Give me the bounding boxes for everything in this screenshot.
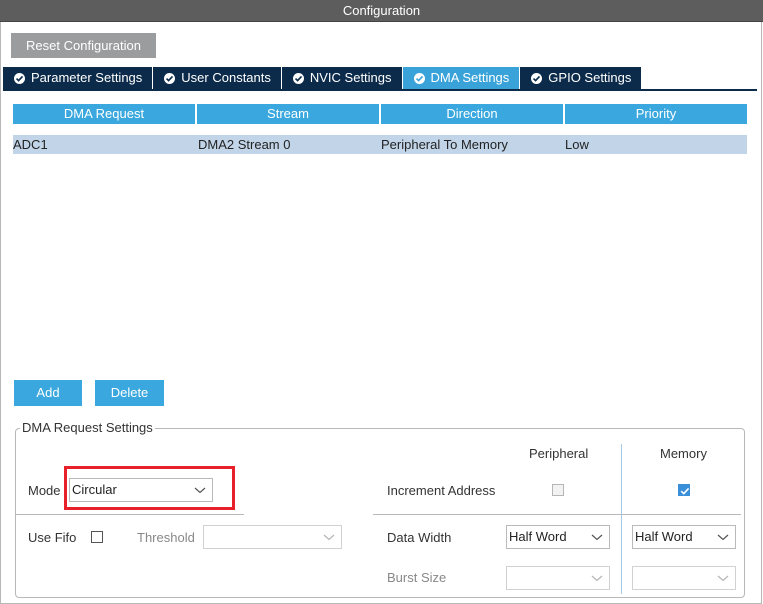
chevron-down-icon (591, 534, 603, 541)
tab-dma-settings[interactable]: DMA Settings (402, 67, 520, 89)
tab-label: GPIO Settings (548, 70, 632, 85)
chevron-down-icon (717, 534, 729, 541)
column-divider (621, 444, 622, 594)
mode-highlight-box (64, 466, 235, 510)
reset-configuration-button[interactable]: Reset Configuration (11, 33, 156, 58)
check-circle-icon (413, 72, 425, 84)
group-title: DMA Request Settings (20, 420, 155, 435)
chevron-down-icon (591, 575, 603, 582)
increment-address-label: Increment Address (387, 483, 496, 498)
tab-label: NVIC Settings (309, 70, 392, 85)
check-circle-icon (292, 72, 304, 84)
row-divider (373, 514, 741, 515)
use-fifo-label: Use Fifo (28, 530, 77, 545)
column-header-direction[interactable]: Direction (381, 104, 563, 124)
memory-data-width-value: Half Word (635, 529, 693, 544)
chevron-down-icon (323, 534, 335, 541)
column-header-dma-request[interactable]: DMA Request (13, 104, 195, 124)
peripheral-burst-size-select[interactable] (506, 566, 610, 590)
memory-increment-checkbox[interactable] (678, 484, 690, 496)
tabs-underline (3, 89, 757, 91)
delete-button[interactable]: Delete (95, 380, 164, 406)
burst-size-label: Burst Size (387, 570, 447, 585)
dma-table-header: DMA Request Stream Direction Priority (13, 104, 747, 124)
settings-tabs: Parameter Settings User Constants NVIC S… (3, 67, 642, 89)
tab-parameter-settings[interactable]: Parameter Settings (3, 67, 153, 89)
cell-direction: Peripheral To Memory (381, 137, 508, 152)
peripheral-increment-checkbox[interactable] (552, 484, 564, 496)
check-circle-icon (14, 72, 25, 84)
check-circle-icon (164, 72, 176, 84)
memory-data-width-select[interactable]: Half Word (632, 525, 736, 549)
memory-burst-size-select[interactable] (632, 566, 736, 590)
cell-dma-request: ADC1 (13, 137, 48, 152)
chevron-down-icon (717, 575, 729, 582)
peripheral-data-width-value: Half Word (509, 529, 567, 544)
checkmark-icon (680, 487, 690, 495)
peripheral-data-width-select[interactable]: Half Word (506, 525, 610, 549)
column-header-priority[interactable]: Priority (565, 104, 747, 124)
memory-header: Memory (660, 446, 707, 461)
tab-user-constants[interactable]: User Constants (153, 67, 281, 89)
use-fifo-checkbox[interactable] (91, 531, 103, 543)
check-circle-icon (531, 72, 543, 84)
window-title: Configuration (0, 0, 763, 22)
threshold-select[interactable] (203, 525, 342, 549)
threshold-label: Threshold (137, 530, 195, 545)
mode-label: Mode (28, 483, 61, 498)
tab-label: DMA Settings (430, 70, 510, 85)
data-width-label: Data Width (387, 530, 452, 545)
cell-stream: DMA2 Stream 0 (198, 137, 291, 152)
cell-priority: Low (565, 137, 589, 152)
add-button[interactable]: Add (14, 380, 82, 406)
peripheral-header: Peripheral (529, 446, 589, 461)
tab-gpio-settings[interactable]: GPIO Settings (520, 67, 642, 89)
tab-label: Parameter Settings (31, 70, 143, 85)
tab-label: User Constants (181, 70, 271, 85)
row-divider (16, 514, 244, 515)
column-header-stream[interactable]: Stream (197, 104, 379, 124)
table-row[interactable]: ADC1 DMA2 Stream 0 Peripheral To Memory … (13, 135, 747, 154)
tab-nvic-settings[interactable]: NVIC Settings (281, 67, 402, 89)
